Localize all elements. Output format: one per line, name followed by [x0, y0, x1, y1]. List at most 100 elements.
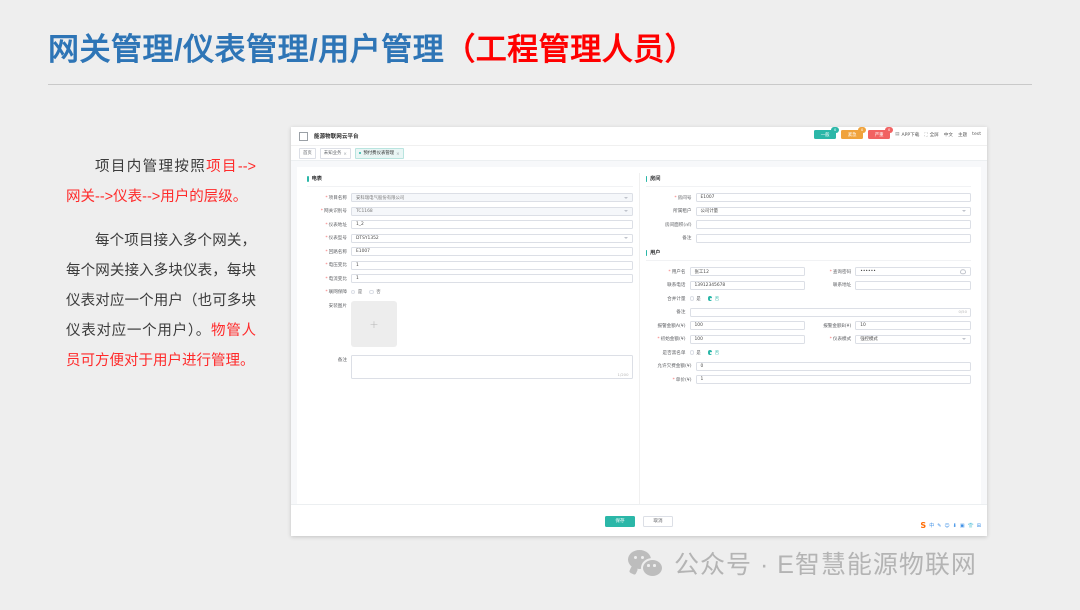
label-unit-price: *单价(¥): [672, 377, 692, 383]
label-contact-address: 联系地址: [832, 283, 852, 288]
radio-mark-icon: [369, 289, 374, 295]
description-p1-prefix: 项目内管理按照: [95, 159, 207, 175]
alarm-badge-severe-count: 0: [885, 127, 894, 133]
ime-download-icon[interactable]: ⬇: [953, 523, 957, 529]
tab-unknown-business[interactable]: 未知业务 ×: [319, 147, 351, 159]
alarm-badge-normal[interactable]: 一般 0: [814, 127, 840, 139]
ime-keyboard-icon[interactable]: ▣: [960, 523, 965, 529]
ime-menu-icon[interactable]: ⊞: [977, 523, 981, 529]
label-gateway-id: *网关识别号: [320, 209, 347, 214]
select-tenant[interactable]: 公司计量: [695, 206, 971, 216]
upload-install-photo-button[interactable]: +: [351, 301, 397, 347]
app-footer: 保存 取消 S 中 ✎ ☺ ⬇ ▣ 👕 ⊞: [291, 504, 987, 536]
value-room-number: E1007: [700, 195, 715, 200]
radio-blacklist-no[interactable]: 否: [707, 350, 719, 356]
eye-icon[interactable]: [960, 268, 966, 275]
value-loop-name: E1007: [356, 249, 370, 254]
section-header-room: 房间: [645, 173, 971, 187]
page-title: 网关管理/仪表管理/用户管理（工程管理人员）: [48, 24, 696, 69]
tab-home[interactable]: 首页: [299, 147, 316, 159]
section-accent-bar: [307, 175, 309, 182]
textarea-user-remark[interactable]: 0/50: [689, 307, 971, 317]
label-meter-model: *仪表型号: [325, 236, 347, 241]
input-username[interactable]: 张工12: [689, 267, 806, 276]
input-allowed-debt[interactable]: 0: [695, 361, 971, 371]
tab-prepaid-meter-management[interactable]: 预付费仪表管理 ×: [354, 147, 404, 159]
cancel-button[interactable]: 取消: [643, 515, 673, 527]
language-button[interactable]: 中文: [944, 132, 953, 138]
input-room-remark[interactable]: [695, 233, 971, 243]
wechat-icon: [628, 550, 664, 578]
app-download-label: APP下载: [901, 132, 920, 138]
sogou-logo-icon[interactable]: S: [920, 522, 926, 530]
menu-collapse-icon[interactable]: [299, 131, 308, 141]
alarm-badge-urgent[interactable]: 紧急 0: [841, 127, 867, 139]
radio-blacklist-yes-label: 是: [696, 350, 701, 356]
close-icon[interactable]: ×: [343, 151, 347, 156]
ime-skin-icon[interactable]: 👕: [968, 523, 974, 529]
radio-blacklist-yes[interactable]: 是: [689, 350, 701, 356]
input-loop-name[interactable]: E1007: [351, 247, 633, 256]
label-query-password: *查询密码: [829, 269, 852, 275]
input-initial-amount[interactable]: 100: [689, 334, 806, 344]
input-project-name[interactable]: 安科瑞电气股份有限公司: [351, 193, 633, 202]
input-meter-address[interactable]: 1_2: [351, 220, 633, 229]
input-gateway-id[interactable]: TC1168: [351, 206, 633, 216]
user-menu-button[interactable]: test: [972, 132, 981, 137]
alarm-badge-severe-label: 严重: [874, 132, 884, 138]
plus-icon: +: [369, 317, 379, 331]
field-row-merge-metering: 合并计量 是 否: [646, 294, 972, 303]
fullscreen-icon: ⛶: [924, 132, 928, 138]
chevron-down-icon: [623, 237, 628, 239]
input-alarm-amount-b[interactable]: 10: [855, 321, 971, 330]
input-unit-price[interactable]: 1: [695, 375, 971, 384]
description-paragraph-1: 项目内管理按照项目-->网关-->仪表-->用户的层级。: [66, 152, 256, 212]
radio-network-guarantee-no[interactable]: 否: [369, 289, 381, 295]
input-contact-phone[interactable]: 13912345678: [689, 280, 806, 290]
app-tab-bar: 首页 未知业务 × 预付费仪表管理 ×: [291, 146, 987, 161]
label-current-ratio: *电流变比: [325, 276, 347, 282]
value-alarm-amount-a: 100: [694, 323, 703, 328]
label-initial-amount: *初始金额(¥): [657, 337, 686, 342]
fullscreen-button[interactable]: ⛶ 全屏: [924, 132, 938, 138]
field-row-blacklist: 是否黑名单 是 否: [646, 348, 972, 357]
input-room-number[interactable]: E1007: [695, 193, 971, 202]
field-query-password: *查询密码 ••••••: [811, 267, 971, 276]
textarea-meter-remark[interactable]: 1/200: [351, 355, 633, 379]
theme-button[interactable]: 主题: [958, 132, 967, 138]
label-network-guarantee: *联网保障: [325, 290, 347, 295]
field-row-loop-name: *回路名称 E1007: [307, 247, 633, 256]
radio-merge-metering-yes[interactable]: 是: [689, 296, 701, 302]
app-download-button[interactable]: ▤ APP下载: [895, 132, 919, 138]
close-icon[interactable]: ×: [396, 151, 400, 156]
label-meter-mode: *仪表模式: [829, 337, 852, 342]
ime-pen-icon[interactable]: ✎: [937, 523, 941, 529]
select-meter-model[interactable]: DTSY1352: [351, 233, 633, 243]
alarm-badge-severe[interactable]: 严重 0: [868, 127, 894, 139]
radio-merge-metering-no[interactable]: 否: [707, 296, 719, 302]
radio-network-guarantee-yes[interactable]: 是: [351, 289, 362, 295]
radio-mark-icon: [707, 350, 713, 355]
ime-emoji-icon[interactable]: ☺: [944, 523, 949, 529]
field-alarm-amount-a: 报警金额A(¥) 100: [646, 321, 806, 330]
field-row-alarm-amounts: 报警金额A(¥) 100 报警金额B(¥) 10: [646, 321, 971, 330]
input-room-area[interactable]: [695, 220, 971, 229]
active-dot-icon: [358, 151, 362, 155]
label-meter-address: *仪表地址: [325, 222, 347, 228]
field-row-allowed-debt: 允许欠费金额(¥) 0: [646, 361, 971, 371]
field-row-project-name: *项目名称 安科瑞电气股份有限公司: [307, 193, 633, 202]
alarm-badge-normal-count: 0: [831, 127, 840, 133]
input-alarm-amount-a[interactable]: 100: [689, 321, 806, 330]
input-query-password[interactable]: ••••••: [855, 267, 971, 276]
ime-chinese-icon[interactable]: 中: [929, 523, 934, 529]
input-contact-address[interactable]: [855, 280, 971, 290]
tab-prepaid-meter-management-label: 预付费仪表管理: [363, 151, 395, 156]
label-alarm-amount-a: 报警金额A(¥): [657, 323, 686, 329]
section-title-user: 用户: [650, 250, 661, 256]
radio-network-guarantee-yes-label: 是: [357, 290, 363, 295]
select-meter-mode[interactable]: 强控模式: [855, 334, 971, 344]
input-voltage-ratio[interactable]: 1: [351, 260, 633, 270]
language-label: 中文: [943, 132, 953, 138]
save-button[interactable]: 保存: [605, 515, 635, 527]
input-current-ratio[interactable]: 1: [351, 274, 633, 283]
